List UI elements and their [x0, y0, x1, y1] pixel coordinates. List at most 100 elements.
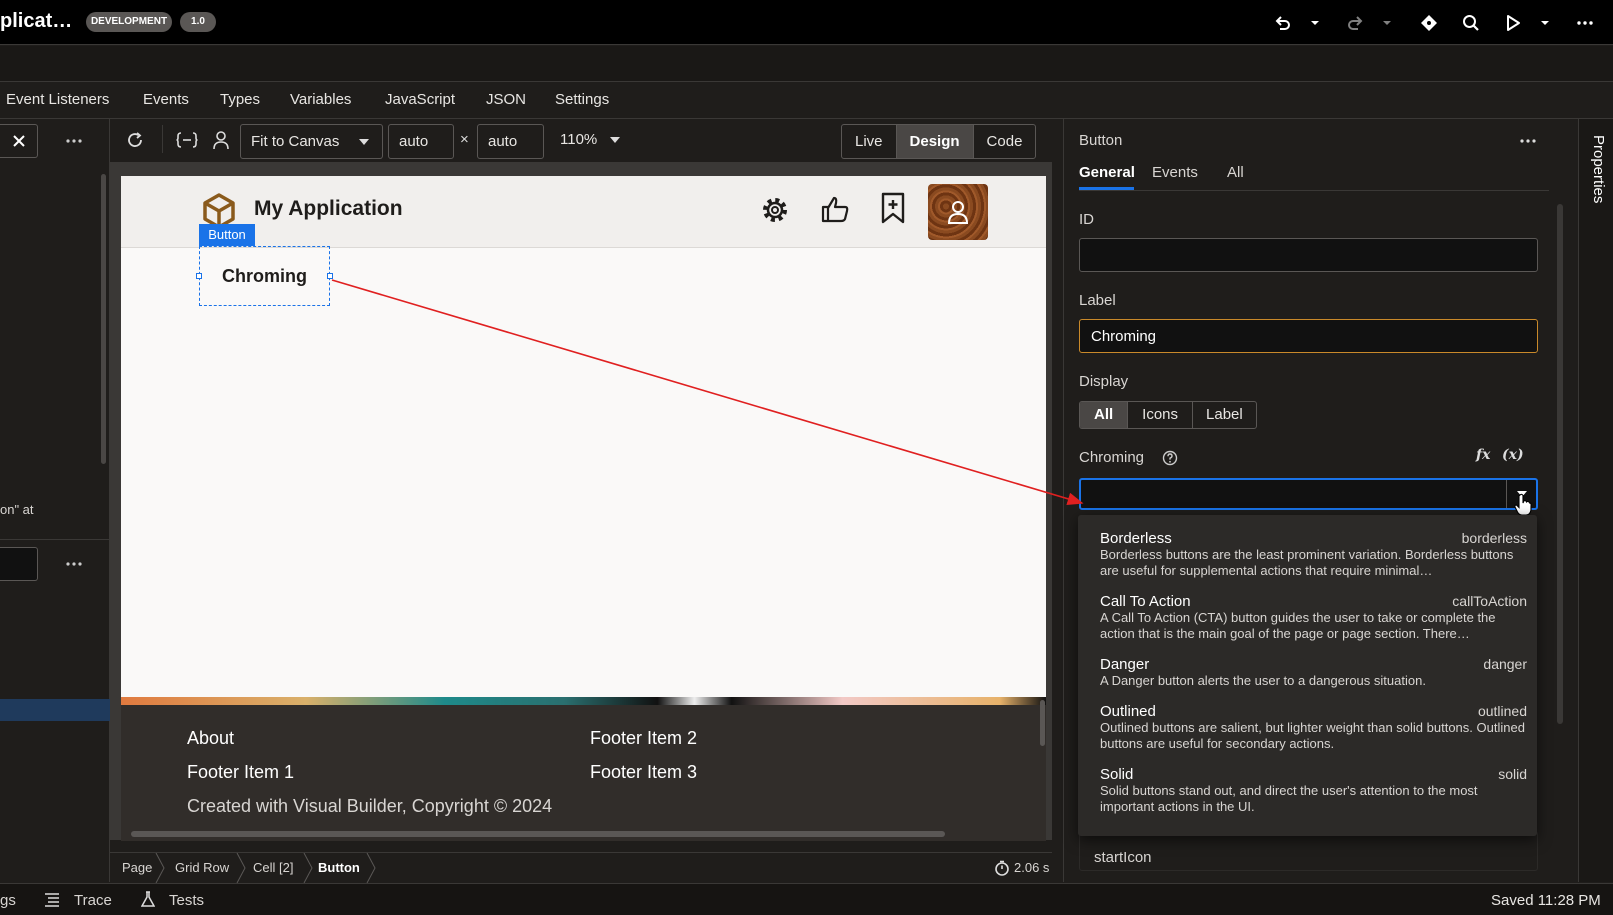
run-menu-chevron-down-icon[interactable] [1538, 12, 1552, 34]
option-description: A Danger button alerts the user to a dan… [1100, 673, 1426, 688]
resize-handle-right[interactable] [327, 273, 333, 279]
canvas-height-input[interactable]: auto [477, 124, 544, 159]
display-label-option[interactable]: Label [1193, 402, 1256, 428]
prop-tab-general[interactable]: General [1079, 164, 1135, 181]
fx-expression-icon[interactable]: fx [1476, 447, 1490, 463]
properties-rail-tab[interactable]: Properties [1587, 135, 1607, 211]
run-play-icon[interactable] [1502, 12, 1524, 34]
option-description: Borderless buttons are the least promine… [1100, 547, 1514, 578]
properties-scrollbar[interactable] [1557, 204, 1563, 724]
tab-settings[interactable]: Settings [555, 91, 609, 108]
footer-link-item-1[interactable]: Footer Item 1 [187, 762, 294, 783]
panel-scrollbar[interactable] [101, 174, 106, 464]
selected-tree-item[interactable] [0, 699, 110, 721]
display-all[interactable]: All [1080, 402, 1129, 428]
chroming-select[interactable] [1079, 478, 1538, 510]
close-search-button[interactable] [0, 124, 38, 158]
refresh-icon[interactable] [126, 131, 144, 149]
id-input[interactable] [1079, 238, 1538, 272]
display-switch: All Icons Label [1079, 401, 1257, 429]
tab-javascript[interactable]: JavaScript [385, 91, 455, 108]
canvas-vertical-scrollbar[interactable] [1040, 700, 1045, 746]
tab-event-listeners[interactable]: Event Listeners [6, 91, 109, 108]
tab-events[interactable]: Events [143, 91, 189, 108]
search-icon[interactable] [1460, 12, 1482, 34]
editor-tabs: Event Listeners Events Types Variables J… [0, 83, 1613, 119]
select-divider [1506, 480, 1507, 508]
chroming-button[interactable]: Chroming [199, 246, 330, 306]
help-icon[interactable] [1162, 450, 1178, 466]
avatar[interactable] [928, 184, 988, 240]
panel-divider [0, 539, 110, 540]
resize-handle-left[interactable] [196, 273, 202, 279]
breadcrumb-separator-icon [366, 853, 376, 883]
thumbs-up-icon[interactable] [820, 194, 850, 224]
undo-menu-chevron-down-icon[interactable] [1308, 12, 1322, 34]
prop-tab-events[interactable]: Events [1152, 164, 1198, 181]
canvas-width-input[interactable]: auto [388, 124, 454, 159]
version-badge: 1.0 [180, 12, 216, 32]
redo-menu-chevron-down-icon[interactable] [1380, 12, 1394, 34]
canvas-height-value: auto [488, 133, 518, 150]
variable-binding-icon[interactable]: (x) [1502, 447, 1524, 463]
zoom-level[interactable]: 110% [560, 131, 597, 148]
fit-to-canvas-select[interactable]: Fit to Canvas [240, 124, 383, 159]
chroming-option-outlined[interactable]: Outlined outlined Outlined buttons are s… [1078, 703, 1537, 759]
chroming-option-call-to-action[interactable]: Call To Action callToAction A Call To Ac… [1078, 593, 1537, 649]
footer-link-about[interactable]: About [187, 728, 234, 749]
view-mode-switch: Live Design Code [841, 124, 1037, 159]
secondary-toolbar [0, 46, 1613, 82]
more-menu-icon[interactable] [1574, 12, 1596, 34]
panel-filter-input[interactable] [0, 547, 38, 581]
zoom-chevron-down-icon[interactable] [610, 137, 620, 143]
prop-tab-all[interactable]: All [1227, 164, 1244, 181]
chroming-label: Chroming [1079, 449, 1145, 466]
chroming-option-danger[interactable]: Danger danger A Danger button alerts the… [1078, 656, 1537, 696]
bookmark-add-icon[interactable] [880, 192, 906, 224]
option-description: A Call To Action (CTA) button guides the… [1100, 610, 1496, 641]
undo-icon[interactable] [1272, 12, 1294, 34]
breadcrumb-button[interactable]: Button [318, 860, 360, 875]
display-icons[interactable]: Icons [1128, 402, 1194, 428]
breadcrumb-grid-row[interactable]: Grid Row [175, 860, 229, 875]
label-label: Label [1079, 292, 1116, 309]
canvas-horizontal-scrollbar[interactable] [131, 831, 945, 837]
variables-braces-icon[interactable] [176, 131, 198, 149]
chroming-option-borderless[interactable]: Borderless borderless Borderless buttons… [1078, 530, 1537, 586]
mode-code[interactable]: Code [974, 125, 1036, 158]
label-input[interactable]: Chroming [1079, 319, 1538, 353]
settings-gear-icon[interactable] [759, 194, 791, 226]
start-icon-label: startIcon [1094, 849, 1152, 866]
panel-more-icon[interactable] [66, 139, 82, 143]
tab-types[interactable]: Types [220, 91, 260, 108]
footer-copyright: Created with Visual Builder, Copyright ©… [187, 796, 553, 816]
option-title: Call To Action [1100, 593, 1191, 610]
left-panel: on" at [0, 119, 110, 882]
chroming-option-solid[interactable]: Solid solid Solid buttons stand out, and… [1078, 766, 1537, 822]
chroming-dropdown: Borderless borderless Borderless buttons… [1078, 515, 1537, 836]
git-diamond-icon[interactable] [1418, 12, 1440, 34]
mode-design[interactable]: Design [896, 125, 974, 158]
status-tests[interactable]: Tests [169, 892, 204, 909]
status-logs-cut[interactable]: gs [0, 892, 16, 909]
mode-live[interactable]: Live [842, 125, 897, 158]
option-title: Outlined [1100, 703, 1156, 720]
page-preview: My Application Button Chroming About Foo… [121, 176, 1046, 841]
user-role-icon[interactable] [212, 130, 230, 150]
close-icon [12, 135, 25, 147]
redo-icon[interactable] [1344, 12, 1366, 34]
breadcrumb-page[interactable]: Page [122, 860, 152, 875]
breadcrumb: Page Grid Row Cell [2] Button 2.06 s [110, 852, 1052, 883]
page-header: My Application [121, 176, 1046, 248]
status-trace[interactable]: Trace [74, 892, 112, 909]
panel2-more-icon[interactable] [66, 562, 82, 566]
breadcrumb-cell[interactable]: Cell [2] [253, 860, 293, 875]
tab-variables[interactable]: Variables [290, 91, 351, 108]
option-title: Solid [1100, 766, 1134, 783]
tab-json[interactable]: JSON [486, 91, 526, 108]
footer-link-item-3[interactable]: Footer Item 3 [590, 762, 697, 783]
tests-flask-icon [141, 891, 155, 907]
option-title: Borderless [1100, 530, 1172, 547]
properties-more-icon[interactable] [1520, 139, 1536, 143]
footer-link-item-2[interactable]: Footer Item 2 [590, 728, 697, 749]
